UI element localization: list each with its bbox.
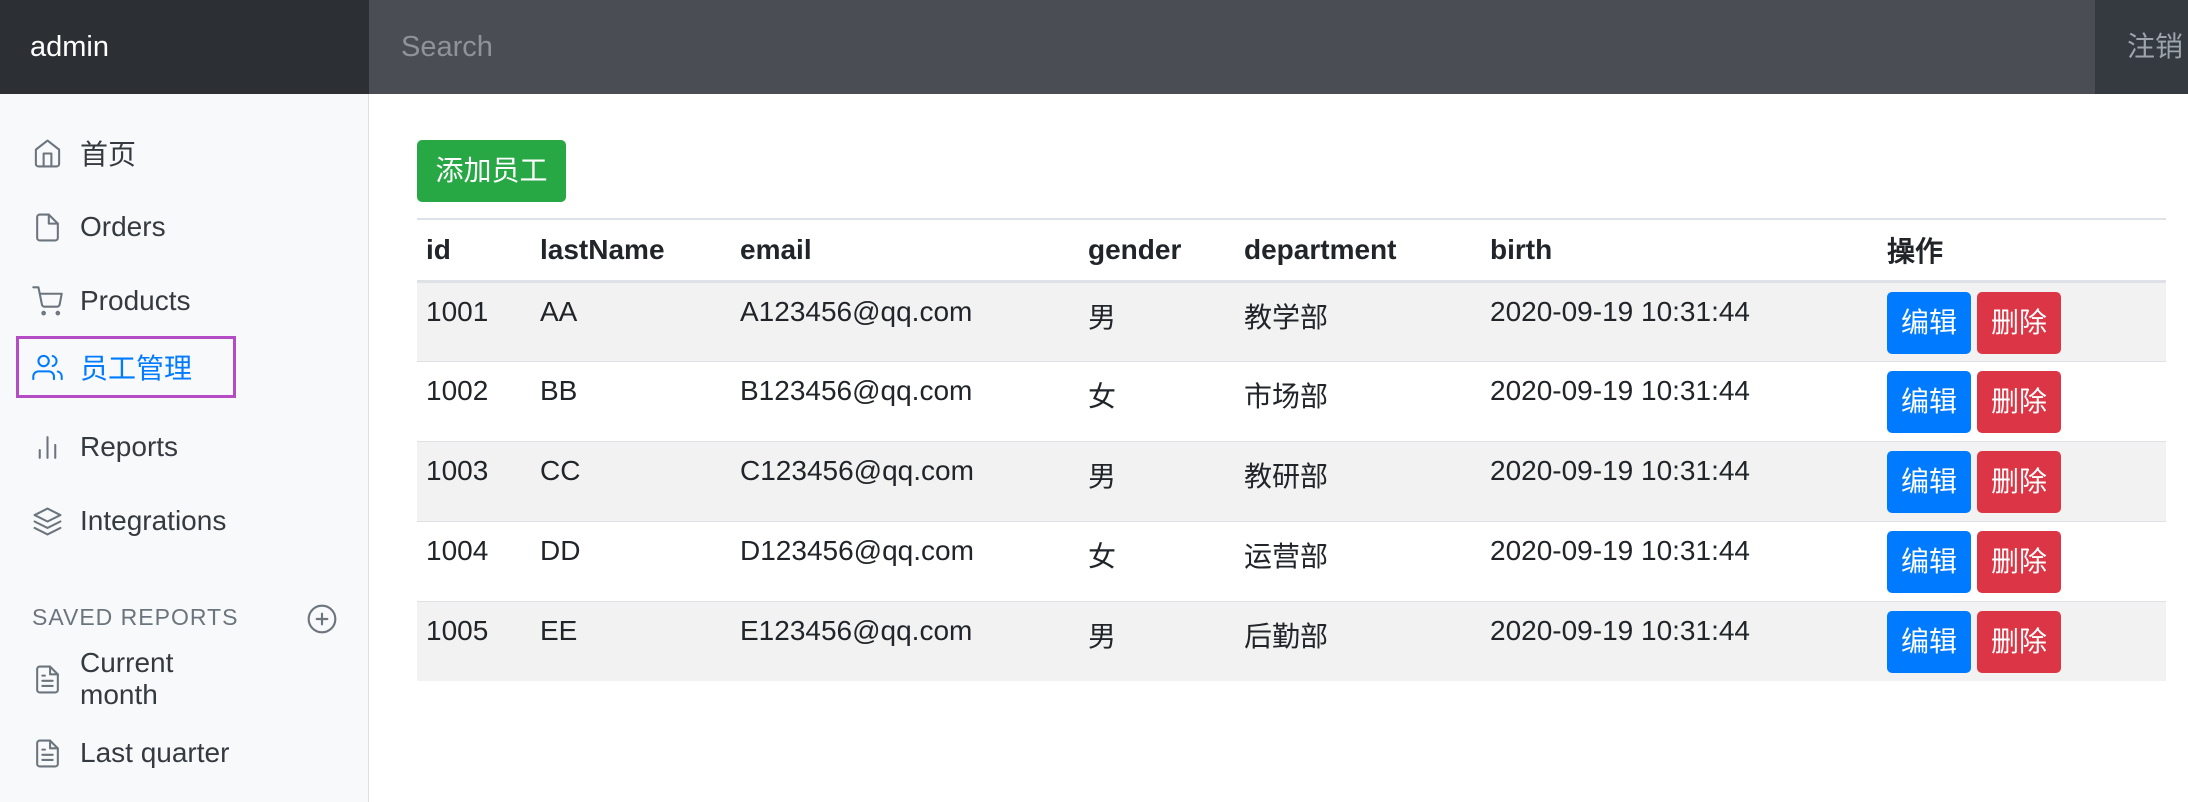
column-header-lastname[interactable]: lastName <box>531 218 731 283</box>
cell-actions: 编辑 删除 <box>1878 520 2166 601</box>
column-header-email[interactable]: email <box>731 218 1079 283</box>
cell-gender: 女 <box>1079 520 1235 601</box>
search-input[interactable] <box>369 0 2095 94</box>
sidebar-item-products[interactable]: Products <box>16 272 236 330</box>
saved-report-label: Last quarter <box>80 737 230 768</box>
plus-circle-icon[interactable] <box>306 603 338 635</box>
cell-id: 1005 <box>417 600 531 681</box>
cell-gender: 男 <box>1079 600 1235 681</box>
cell-actions: 编辑 删除 <box>1878 280 2166 361</box>
cell-lastname: AA <box>531 280 731 361</box>
file-text-icon <box>36 739 59 767</box>
delete-button[interactable]: 删除 <box>1977 530 2062 593</box>
cell-lastname: BB <box>531 360 731 441</box>
sidebar-item-label: Products <box>80 285 191 316</box>
column-header-gender[interactable]: gender <box>1079 218 1235 283</box>
cell-email: B123456@qq.com <box>731 360 1079 441</box>
table-row: 1004 DD D123456@qq.com 女 运营部 2020-09-19 … <box>417 520 2166 601</box>
cell-gender: 男 <box>1079 440 1235 521</box>
cell-birth: 2020-09-19 10:31:44 <box>1481 360 1878 441</box>
home-icon <box>34 139 61 167</box>
cell-department: 教学部 <box>1235 280 1481 361</box>
bar-chart-icon <box>38 435 57 459</box>
file-text-icon <box>36 665 59 693</box>
brand-logo[interactable]: admin <box>0 0 369 94</box>
column-header-birth[interactable]: birth <box>1481 218 1878 283</box>
saved-report-last-quarter[interactable]: Last quarter <box>16 724 236 782</box>
saved-report-label: Current month <box>80 647 174 710</box>
table-row: 1001 AA A123456@qq.com 男 教学部 2020-09-19 … <box>417 280 2166 361</box>
sidebar-item-label: Orders <box>80 211 166 242</box>
edit-button[interactable]: 编辑 <box>1887 450 1972 513</box>
cell-lastname: DD <box>531 520 731 601</box>
cell-id: 1003 <box>417 440 531 521</box>
cell-actions: 编辑 删除 <box>1878 440 2166 521</box>
edit-button[interactable]: 编辑 <box>1887 530 1972 593</box>
saved-report-current-month[interactable]: Current month <box>16 647 236 710</box>
edit-button[interactable]: 编辑 <box>1887 291 1972 354</box>
column-header-department[interactable]: department <box>1235 218 1481 283</box>
delete-button[interactable]: 删除 <box>1977 450 2062 513</box>
table-row: 1003 CC C123456@qq.com 男 教研部 2020-09-19 … <box>417 440 2166 521</box>
table-row: 1005 EE E123456@qq.com 男 后勤部 2020-09-19 … <box>417 600 2166 681</box>
sidebar-item-label: 首页 <box>80 139 137 170</box>
sidebar-item-label: 员工管理 <box>80 353 193 384</box>
sidebar-item-label: Integrations <box>80 505 227 536</box>
sidebar-item-reports[interactable]: Reports <box>16 418 236 476</box>
cell-lastname: CC <box>531 440 731 521</box>
sidebar-item-orders[interactable]: Orders <box>16 198 236 256</box>
cell-gender: 女 <box>1079 360 1235 441</box>
saved-reports-heading: SAVED REPORTS <box>32 604 239 630</box>
cell-actions: 编辑 删除 <box>1878 600 2166 681</box>
cell-department: 后勤部 <box>1235 600 1481 681</box>
cell-department: 运营部 <box>1235 520 1481 601</box>
sidebar-item-employee-management[interactable]: 员工管理 <box>16 336 236 398</box>
cell-gender: 男 <box>1079 280 1235 361</box>
employee-table: id lastName email gender department birt… <box>417 218 2166 681</box>
sidebar-item-label: Reports <box>80 431 179 462</box>
edit-button[interactable]: 编辑 <box>1887 370 1972 433</box>
cell-email: E123456@qq.com <box>731 600 1079 681</box>
column-header-actions: 操作 <box>1878 218 2166 283</box>
delete-button[interactable]: 删除 <box>1977 291 2062 354</box>
signout-link[interactable]: 注销 <box>2095 0 2188 94</box>
top-navbar: admin 注销 <box>0 0 2188 94</box>
column-header-id[interactable]: id <box>417 218 531 283</box>
cell-id: 1004 <box>417 520 531 601</box>
cell-email: D123456@qq.com <box>731 520 1079 601</box>
cell-birth: 2020-09-19 10:31:44 <box>1481 600 1878 681</box>
cell-birth: 2020-09-19 10:31:44 <box>1481 280 1878 361</box>
file-icon <box>36 213 59 241</box>
sidebar-item-home[interactable]: 首页 <box>16 124 236 182</box>
cell-lastname: EE <box>531 600 731 681</box>
table-row: 1002 BB B123456@qq.com 女 市场部 2020-09-19 … <box>417 360 2166 441</box>
layers-icon <box>33 507 62 535</box>
users-icon <box>32 354 63 380</box>
cell-department: 市场部 <box>1235 360 1481 441</box>
employee-table-container: id lastName email gender department birt… <box>417 218 2166 681</box>
delete-button[interactable]: 删除 <box>1977 610 2062 673</box>
shopping-cart-icon <box>32 285 63 315</box>
add-employee-button[interactable]: 添加员工 <box>417 140 566 202</box>
edit-button[interactable]: 编辑 <box>1887 610 1972 673</box>
cell-actions: 编辑 删除 <box>1878 360 2166 441</box>
sidebar: 首页 Orders Products 员工管理 Reports Integrat… <box>0 94 369 802</box>
cell-email: C123456@qq.com <box>731 440 1079 521</box>
delete-button[interactable]: 删除 <box>1977 370 2062 433</box>
cell-department: 教研部 <box>1235 440 1481 521</box>
cell-birth: 2020-09-19 10:31:44 <box>1481 440 1878 521</box>
cell-id: 1001 <box>417 280 531 361</box>
cell-birth: 2020-09-19 10:31:44 <box>1481 520 1878 601</box>
cell-email: A123456@qq.com <box>731 280 1079 361</box>
sidebar-item-integrations[interactable]: Integrations <box>16 492 236 550</box>
table-header-row: id lastName email gender department birt… <box>417 218 2166 283</box>
cell-id: 1002 <box>417 360 531 441</box>
